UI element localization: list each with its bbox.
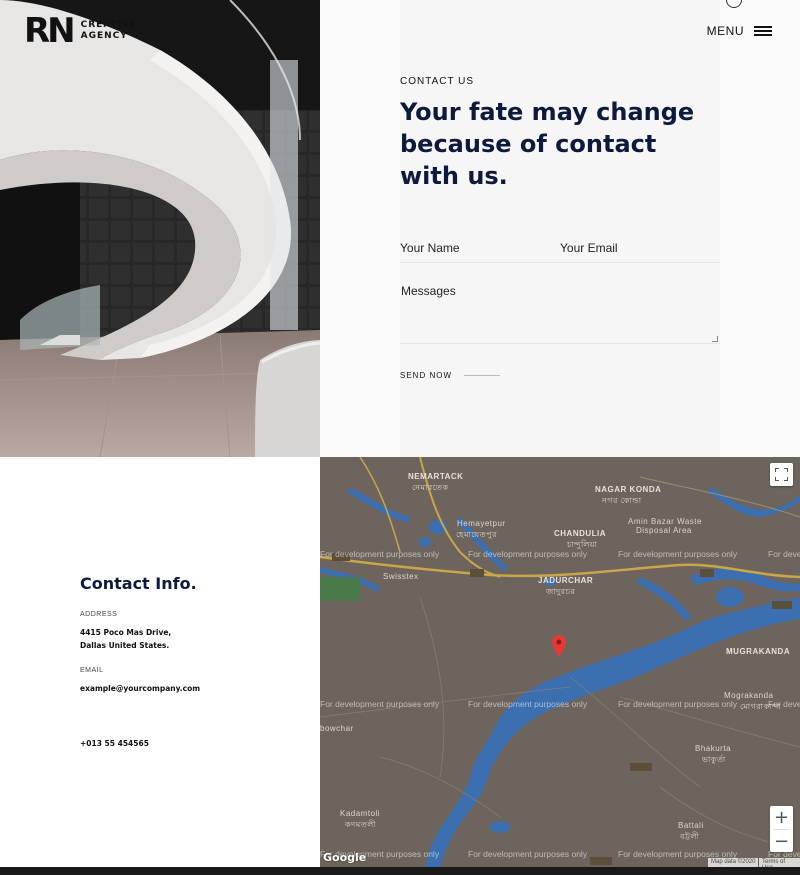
section-eyebrow: CONTACT US (400, 76, 475, 87)
address-line2: Dallas United States. (80, 641, 170, 650)
map-label-chandulia: CHANDULIA (554, 529, 607, 538)
dev-watermark: For development purposes only (768, 549, 800, 559)
map-data-attribution: Map data ©2020 (708, 858, 759, 867)
zoom-out-button[interactable]: − (770, 830, 793, 853)
map-label-battali-bn: বট্টলী (680, 832, 700, 841)
message-textarea[interactable] (400, 284, 720, 344)
map-label-jadurchar: JADURCHAR (538, 576, 594, 585)
contact-headline: Your fate may change because of contact … (400, 98, 695, 190)
zoom-controls: + − (770, 806, 793, 852)
send-button[interactable]: SEND NOW (400, 371, 500, 380)
phone-value[interactable]: +013 55 454565 (80, 737, 149, 750)
map-label-amin-bazar-1: Amin Bazar Waste (628, 517, 702, 526)
fullscreen-icon (775, 468, 788, 481)
dev-watermark: For development purposes only (468, 549, 588, 559)
dev-watermark: For development purposes only (618, 699, 738, 709)
dev-watermark: For development purposes only (768, 699, 800, 709)
resize-handle-icon[interactable] (712, 336, 718, 342)
hamburger-icon (754, 26, 772, 36)
contact-info-panel (0, 457, 320, 867)
map-label-nemartack: NEMARTACK (408, 472, 464, 481)
map-label-swisstex: Swisstex (383, 572, 419, 581)
map-pin-icon[interactable] (552, 635, 566, 662)
contact-form-area (400, 0, 720, 457)
dev-watermark: For development purposes only (468, 699, 588, 709)
map-label-nagar-konda-bn: নগর কোন্ডা (602, 496, 642, 505)
map-label-amin-bazar-2: Disposal Area (636, 526, 692, 535)
name-input[interactable] (400, 240, 555, 256)
map-label-hemayetpur-bn: হেমায়েতপুর (456, 530, 497, 539)
map-label-nagar-konda: NAGAR KONDA (595, 485, 662, 494)
google-logo[interactable]: Google (323, 851, 366, 864)
send-label: SEND NOW (400, 371, 452, 380)
footer-bar (0, 867, 800, 875)
zoom-in-button[interactable]: + (770, 806, 793, 829)
email-label: EMAIL (80, 667, 104, 674)
map-label-hemayetpur: Hemayetpur (457, 519, 506, 528)
map-label-mugrakanda: MUGRAKANDA (726, 647, 791, 656)
google-map[interactable]: NEMARTACK নেমারতেক NAGAR KONDA নগর কোন্ড… (320, 457, 800, 867)
map-label-battali: Battali (678, 821, 704, 830)
address-value: 4415 Poco Mas Drive, Dallas United State… (80, 626, 171, 652)
dev-watermark: For development purposes only (320, 699, 440, 709)
terms-of-use-link[interactable]: Terms of Use (759, 858, 800, 867)
dev-watermark: For development purposes only (468, 849, 588, 859)
logo-mark: RN (24, 11, 76, 51)
map-label-bowchar: bowchar (320, 724, 354, 733)
email-value[interactable]: example@yourcompany.com (80, 682, 200, 695)
logo-text: CREATIVE AGENCY (81, 20, 138, 42)
divider (400, 262, 720, 263)
menu-label: MENU (706, 24, 744, 38)
map-label-kadamtoli: Kadamtoli (340, 809, 381, 818)
map-label-kadamtoli-bn: কদমতলী (345, 820, 376, 829)
map-base (320, 457, 800, 867)
dev-watermark: For development purposes only (320, 549, 440, 559)
map-label-bhakurta: Bhakurta (695, 744, 732, 753)
send-line-decoration (464, 375, 500, 376)
address-line1: 4415 Poco Mas Drive, (80, 628, 172, 637)
map-label-nemartack-bn: নেমারতেক (412, 483, 449, 492)
contact-info-title: Contact Info. (80, 574, 197, 593)
staircase-illustration (0, 0, 320, 457)
dev-watermark: For development purposes only (618, 549, 738, 559)
logo-line2: AGENCY (80, 31, 128, 41)
map-label-bhakurta-bn: ভাকুর্তা (702, 755, 726, 764)
logo-line1: CREATIVE (80, 20, 138, 30)
fullscreen-button[interactable] (770, 463, 793, 486)
email-input[interactable] (560, 240, 715, 256)
address-label: ADDRESS (80, 611, 118, 618)
hero-staircase-image (0, 0, 320, 457)
brand-logo[interactable]: RN CREATIVE AGENCY (24, 11, 138, 51)
menu-button[interactable]: MENU (707, 24, 772, 38)
map-label-jadurchar-bn: জাদুরচর (546, 587, 576, 596)
